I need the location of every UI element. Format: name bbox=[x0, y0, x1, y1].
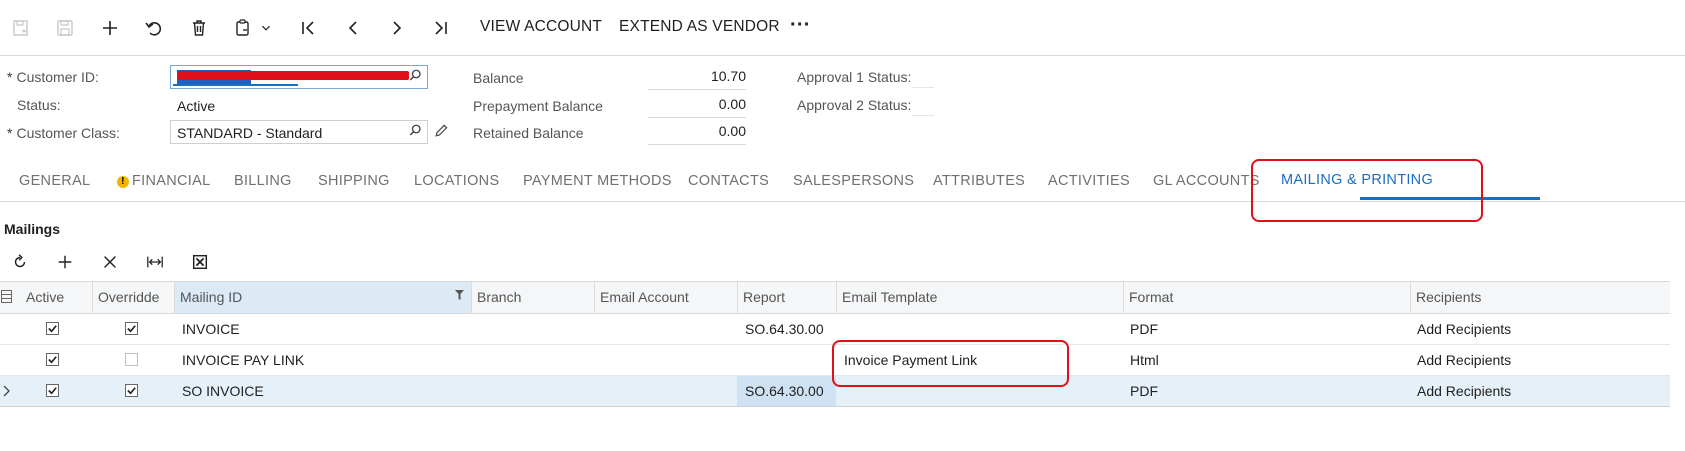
balance-label: Balance bbox=[473, 70, 524, 86]
format-cell[interactable]: PDF bbox=[1125, 376, 1163, 406]
grid-header: Active Overridde Mailing ID Branch Email… bbox=[0, 281, 1670, 314]
col-override[interactable]: Overridde bbox=[92, 282, 174, 313]
column-settings-icon[interactable] bbox=[1, 290, 12, 306]
override-checkbox[interactable] bbox=[125, 322, 138, 335]
col-recipients[interactable]: Recipients bbox=[1410, 282, 1670, 313]
override-checkbox[interactable] bbox=[125, 353, 138, 366]
col-email-account[interactable]: Email Account bbox=[594, 282, 737, 313]
first-record-icon[interactable] bbox=[295, 15, 321, 41]
extend-as-vendor-button[interactable]: EXTEND AS VENDOR bbox=[619, 18, 780, 36]
export-excel-icon[interactable] bbox=[188, 250, 212, 274]
tab-salespersons[interactable]: SALESPERSONS bbox=[793, 173, 914, 189]
balance-value: 10.70 bbox=[648, 68, 746, 90]
delete-icon[interactable] bbox=[186, 15, 212, 41]
row-selector-chevron-icon[interactable] bbox=[3, 384, 11, 400]
col-branch[interactable]: Branch bbox=[471, 282, 594, 313]
save-close-icon[interactable] bbox=[8, 15, 34, 41]
col-email-template[interactable]: Email Template bbox=[836, 282, 1123, 313]
prepayment-balance-value: 0.00 bbox=[648, 96, 746, 118]
mailing-id-cell[interactable]: SO INVOICE bbox=[177, 376, 269, 406]
customer-class-label: * Customer Class: bbox=[7, 125, 120, 141]
edit-pencil-icon[interactable] bbox=[433, 123, 449, 142]
tab-bar: GENERAL ! FINANCIAL BILLING SHIPPING LOCA… bbox=[0, 160, 1685, 202]
main-toolbar: VIEW ACCOUNT EXTEND AS VENDOR ··· bbox=[0, 0, 1685, 56]
focus-underline bbox=[173, 84, 298, 86]
email-template-cell[interactable] bbox=[839, 314, 849, 344]
previous-record-icon[interactable] bbox=[340, 15, 366, 41]
prepayment-balance-label: Prepayment Balance bbox=[473, 98, 603, 114]
col-active[interactable]: Active bbox=[12, 282, 92, 313]
search-icon[interactable] bbox=[408, 123, 423, 141]
format-cell[interactable]: Html bbox=[1125, 345, 1164, 375]
report-cell[interactable]: SO.64.30.00 bbox=[737, 376, 836, 406]
status-value[interactable]: Active bbox=[177, 98, 215, 114]
add-row-icon[interactable] bbox=[53, 250, 77, 274]
customer-class-field[interactable]: STANDARD - Standard bbox=[170, 120, 428, 144]
recipients-link[interactable]: Add Recipients bbox=[1412, 314, 1516, 344]
tab-gl-accounts[interactable]: GL ACCOUNTS bbox=[1153, 173, 1260, 189]
refresh-icon[interactable] bbox=[8, 250, 32, 274]
approval-2-status-label: Approval 2 Status: bbox=[797, 97, 912, 113]
active-tab-indicator bbox=[1360, 197, 1540, 200]
recipients-link[interactable]: Add Recipients bbox=[1412, 376, 1516, 406]
redaction-mark bbox=[177, 71, 409, 80]
clipboard-icon[interactable] bbox=[230, 15, 256, 41]
table-row[interactable]: SO INVOICE SO.64.30.00 PDF Add Recipient… bbox=[0, 376, 1670, 407]
report-cell[interactable]: SO.64.30.00 bbox=[740, 314, 829, 344]
customer-id-label: * Customer ID: bbox=[7, 69, 99, 85]
report-cell[interactable] bbox=[740, 345, 750, 375]
more-actions-button[interactable]: ··· bbox=[790, 14, 811, 37]
tab-general[interactable]: GENERAL bbox=[19, 173, 90, 189]
save-icon[interactable] bbox=[52, 15, 78, 41]
tab-attributes[interactable]: ATTRIBUTES bbox=[933, 173, 1025, 189]
email-template-cell[interactable] bbox=[839, 376, 849, 406]
mailings-section-title: Mailings bbox=[4, 221, 61, 237]
approval-2-status-value bbox=[912, 96, 934, 116]
status-label: Status: bbox=[17, 97, 61, 113]
tab-financial[interactable]: ! FINANCIAL bbox=[117, 173, 210, 189]
retained-balance-label: Retained Balance bbox=[473, 125, 584, 141]
table-row[interactable]: INVOICE SO.64.30.00 PDF Add Recipients bbox=[0, 314, 1670, 345]
format-cell[interactable]: PDF bbox=[1125, 314, 1163, 344]
tab-mailing-printing[interactable]: MAILING & PRINTING bbox=[1281, 172, 1433, 188]
approval-1-status-label: Approval 1 Status: bbox=[797, 69, 912, 85]
undo-icon[interactable] bbox=[141, 15, 167, 41]
table-row[interactable]: INVOICE PAY LINK Invoice Payment Link Ht… bbox=[0, 345, 1670, 376]
tab-contacts[interactable]: CONTACTS bbox=[688, 173, 769, 189]
delete-row-icon[interactable] bbox=[98, 250, 122, 274]
tab-locations[interactable]: LOCATIONS bbox=[414, 173, 499, 189]
tab-shipping[interactable]: SHIPPING bbox=[318, 173, 390, 189]
tab-activities[interactable]: ACTIVITIES bbox=[1048, 173, 1130, 189]
recipients-link[interactable]: Add Recipients bbox=[1412, 345, 1516, 375]
tab-payment-methods[interactable]: PAYMENT METHODS bbox=[523, 173, 672, 189]
next-record-icon[interactable] bbox=[384, 15, 410, 41]
fit-columns-icon[interactable] bbox=[143, 250, 167, 274]
mailing-id-cell[interactable]: INVOICE PAY LINK bbox=[177, 345, 309, 375]
warning-icon: ! bbox=[117, 176, 129, 188]
active-checkbox[interactable] bbox=[46, 353, 59, 366]
chevron-down-icon[interactable] bbox=[256, 15, 276, 41]
mailing-id-cell[interactable]: INVOICE bbox=[177, 314, 245, 344]
add-icon[interactable] bbox=[97, 15, 123, 41]
customer-id-field[interactable] bbox=[170, 65, 428, 89]
email-template-cell[interactable]: Invoice Payment Link bbox=[839, 345, 982, 375]
active-checkbox[interactable] bbox=[46, 322, 59, 335]
override-checkbox[interactable] bbox=[125, 384, 138, 397]
col-format[interactable]: Format bbox=[1123, 282, 1410, 313]
search-icon[interactable] bbox=[408, 68, 423, 86]
last-record-icon[interactable] bbox=[428, 15, 454, 41]
approval-1-status-value bbox=[912, 68, 934, 88]
col-report[interactable]: Report bbox=[737, 282, 836, 313]
view-account-button[interactable]: VIEW ACCOUNT bbox=[480, 18, 602, 36]
retained-balance-value: 0.00 bbox=[648, 123, 746, 145]
tab-billing[interactable]: BILLING bbox=[234, 173, 292, 189]
active-checkbox[interactable] bbox=[46, 384, 59, 397]
col-mailing-id[interactable]: Mailing ID bbox=[174, 282, 471, 313]
filter-icon[interactable] bbox=[455, 290, 464, 300]
